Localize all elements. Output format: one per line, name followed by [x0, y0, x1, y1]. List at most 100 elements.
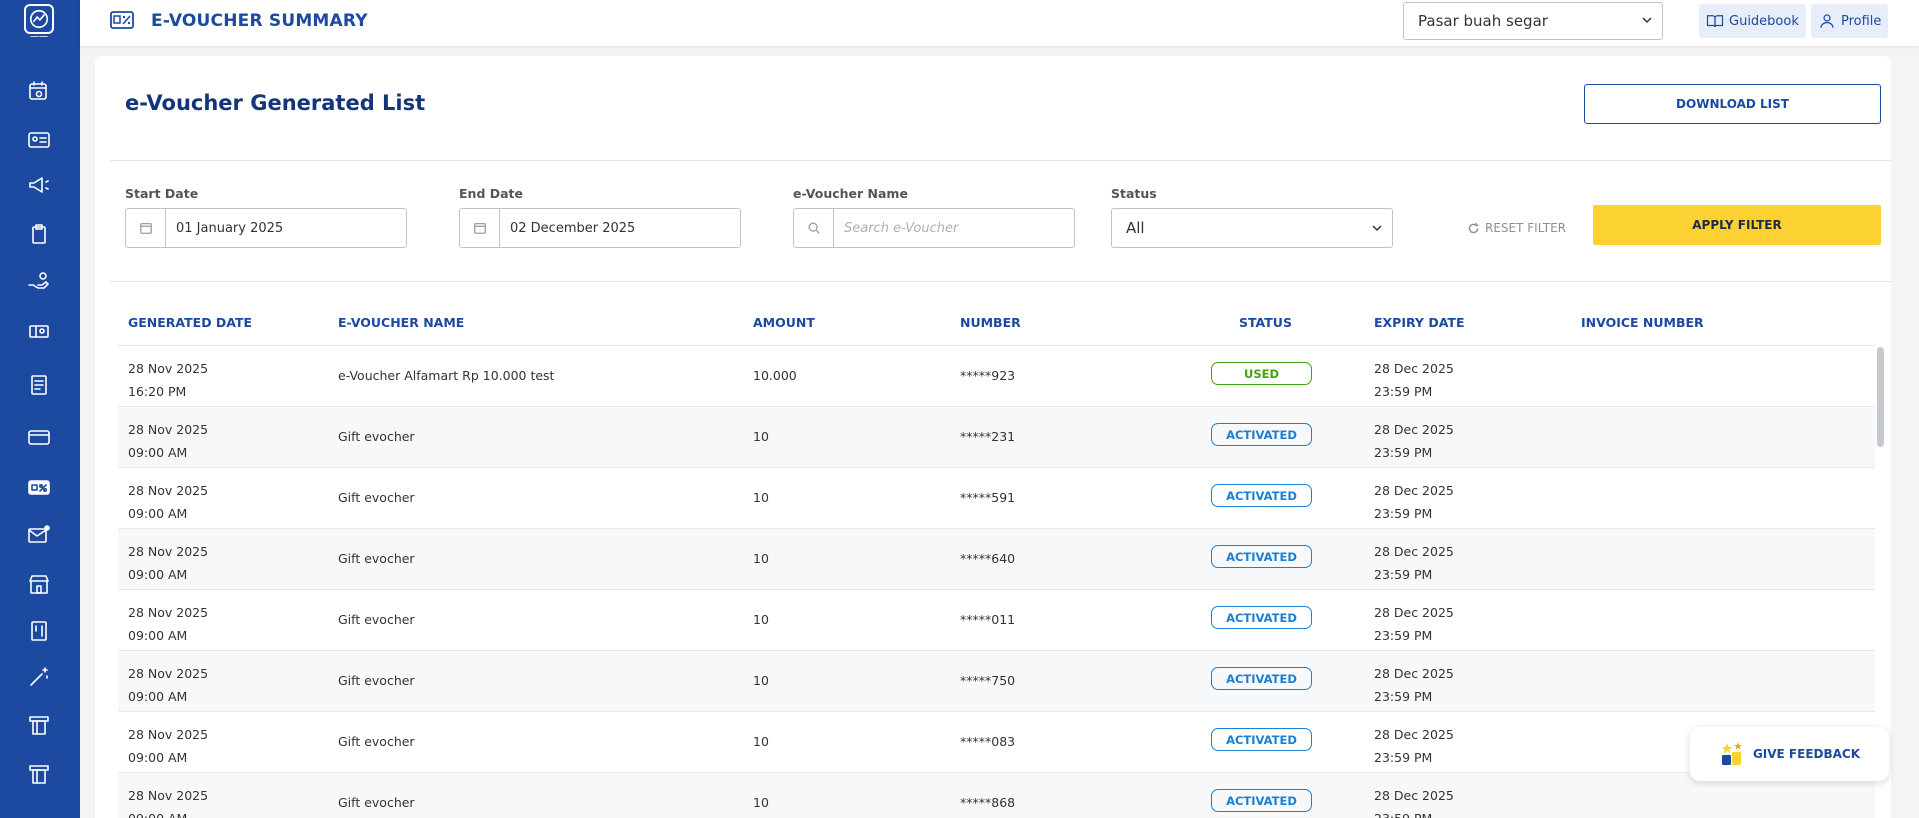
reset-filter-button[interactable]: RESET FILTER: [1467, 216, 1566, 240]
expiry-date-cell: 28 Dec 2025 23:59 PM: [1374, 357, 1454, 403]
number-cell: *****923: [960, 368, 1016, 383]
sidebar-item-magic[interactable]: [25, 663, 53, 691]
sidebar-item-store[interactable]: [25, 570, 53, 598]
status-badge: ACTIVATED: [1211, 484, 1312, 507]
col-number[interactable]: NUMBER: [960, 315, 1021, 330]
magic-wand-icon: [30, 667, 48, 686]
expiry-date: 28 Dec 2025: [1374, 666, 1454, 681]
id-card-icon: [28, 132, 50, 148]
sidebar-item-card[interactable]: [25, 423, 53, 451]
status-badge: ACTIVATED: [1211, 789, 1312, 812]
divider: [110, 160, 1891, 161]
generated-date-cell: 28 Nov 2025 16:20 PM: [128, 357, 208, 403]
amount-cell: 10: [753, 551, 769, 566]
megaphone-icon: [29, 177, 49, 193]
guidebook-button[interactable]: Guidebook: [1699, 4, 1806, 38]
sidebar-item-cashier-1[interactable]: [25, 711, 53, 739]
expiry-time: 23:59 PM: [1374, 567, 1433, 582]
col-generated-date[interactable]: GENERATED DATE: [128, 315, 252, 330]
generated-date-cell: 28 Nov 2025 09:00 AM: [128, 601, 208, 647]
expiry-date-cell: 28 Dec 2025 23:59 PM: [1374, 723, 1454, 769]
status-badge: ACTIVATED: [1211, 728, 1312, 751]
chevron-down-icon: [1642, 17, 1652, 24]
sidebar-item-ticket[interactable]: [25, 317, 53, 345]
generated-time: 09:00 AM: [128, 567, 188, 582]
table-row[interactable]: 28 Nov 2025 09:00 AM Gift evocher 10 *****08…: [118, 712, 1875, 773]
generated-date-cell: 28 Nov 2025 09:00 AM: [128, 723, 208, 769]
generated-time: 09:00 AM: [128, 750, 188, 765]
table-row[interactable]: 28 Nov 2025 09:00 AM Gift evocher 10 *****64…: [118, 529, 1875, 590]
cashier-icon: [29, 765, 49, 784]
status-badge: ACTIVATED: [1211, 667, 1312, 690]
amount-cell: 10.000: [753, 368, 797, 383]
sidebar-item-hand-money[interactable]: [25, 267, 53, 295]
amount-cell: 10: [753, 429, 769, 444]
number-cell: *****750: [960, 673, 1016, 688]
evoucher-name-cell: Gift evocher: [338, 673, 415, 688]
refresh-icon: [1468, 222, 1479, 233]
ticket-icon: [29, 325, 49, 338]
table-row[interactable]: 28 Nov 2025 09:00 AM Gift evocher 10 *****23…: [118, 407, 1875, 468]
end-date-field[interactable]: 02 December 2025: [459, 208, 741, 248]
col-invoice-number[interactable]: INVOICE NUMBER: [1581, 315, 1704, 330]
evoucher-search-input[interactable]: Search e-Voucher: [793, 208, 1075, 248]
expiry-date-cell: 28 Dec 2025 23:59 PM: [1374, 418, 1454, 464]
sidebar-item-evoucher[interactable]: [25, 473, 53, 501]
download-list-button[interactable]: DOWNLOAD LIST: [1584, 84, 1881, 124]
number-cell: *****591: [960, 490, 1016, 505]
expiry-date: 28 Dec 2025: [1374, 605, 1454, 620]
generated-time: 16:20 PM: [128, 384, 187, 399]
start-date-value: 01 January 2025: [176, 220, 284, 236]
col-status[interactable]: STATUS: [1239, 315, 1292, 330]
sidebar-item-mail[interactable]: [25, 521, 53, 549]
sidebar-item-id-card[interactable]: [25, 126, 53, 154]
voucher-icon: [28, 480, 50, 495]
divider: [110, 281, 1891, 282]
end-date-value: 02 December 2025: [510, 220, 636, 236]
generated-date: 28 Nov 2025: [128, 361, 209, 376]
sidebar-item-calendar-report[interactable]: [25, 77, 53, 105]
number-cell: *****868: [960, 795, 1016, 810]
give-feedback-button[interactable]: GIVE FEEDBACK: [1690, 727, 1889, 781]
status-badge: ACTIVATED: [1211, 545, 1312, 568]
amount-cell: 10: [753, 795, 769, 810]
mail-notification-icon: [28, 525, 50, 543]
col-amount[interactable]: AMOUNT: [753, 315, 815, 330]
table-row[interactable]: 28 Nov 2025 09:00 AM Gift evocher 10 *****75…: [118, 651, 1875, 712]
table-row[interactable]: 28 Nov 2025 09:00 AM Gift evocher 10 *****59…: [118, 468, 1875, 529]
app-logo[interactable]: [24, 4, 54, 34]
sidebar-item-document[interactable]: [25, 371, 53, 399]
status-badge: ACTIVATED: [1211, 423, 1312, 446]
sidebar-item-partial[interactable]: [25, 36, 53, 54]
expiry-time: 23:59 PM: [1374, 807, 1454, 818]
apply-filter-button[interactable]: APPLY FILTER: [1593, 205, 1881, 245]
expiry-date: 28 Dec 2025: [1374, 544, 1454, 559]
generated-time: 09:00 AM: [128, 689, 188, 704]
sidebar-item-restaurant[interactable]: [25, 617, 53, 645]
menu-book-icon: [31, 621, 47, 641]
expiry-date-cell: 28 Dec 2025 23:59 PM: [1374, 479, 1454, 525]
store-select-value: Pasar buah segar: [1418, 12, 1548, 30]
col-evoucher-name[interactable]: E-VOUCHER NAME: [338, 315, 464, 330]
start-date-field[interactable]: 01 January 2025: [125, 208, 407, 248]
start-date-label: Start Date: [125, 186, 199, 201]
book-icon: [1706, 15, 1724, 28]
grid-icon: [30, 36, 48, 37]
sidebar-item-promotion[interactable]: [25, 171, 53, 199]
sidebar-item-cashier-2[interactable]: [25, 760, 53, 788]
generated-date-cell: 28 Nov 2025 09:00 AM: [128, 418, 208, 464]
table-row[interactable]: 28 Nov 2025 09:00 AM Gift evocher 10 *****86…: [118, 773, 1875, 818]
generated-date: 28 Nov 2025: [128, 666, 209, 681]
chevron-down-icon: [1372, 225, 1382, 232]
table-row[interactable]: 28 Nov 2025 16:20 PM e-Voucher Alfamart Rp…: [118, 346, 1875, 407]
table-scrollbar[interactable]: [1877, 347, 1884, 447]
expiry-time: 23:59 PM: [1374, 445, 1433, 460]
sidebar-item-clipboard[interactable]: [25, 220, 53, 248]
table-row[interactable]: 28 Nov 2025 09:00 AM Gift evocher 10 *****01…: [118, 590, 1875, 651]
col-expiry-date[interactable]: EXPIRY DATE: [1374, 315, 1464, 330]
status-select[interactable]: All: [1111, 208, 1393, 248]
generated-time: 09:00 AM: [128, 506, 188, 521]
store-select[interactable]: Pasar buah segar: [1403, 2, 1663, 40]
status-label: Status: [1111, 186, 1157, 201]
profile-button[interactable]: Profile: [1811, 4, 1889, 38]
